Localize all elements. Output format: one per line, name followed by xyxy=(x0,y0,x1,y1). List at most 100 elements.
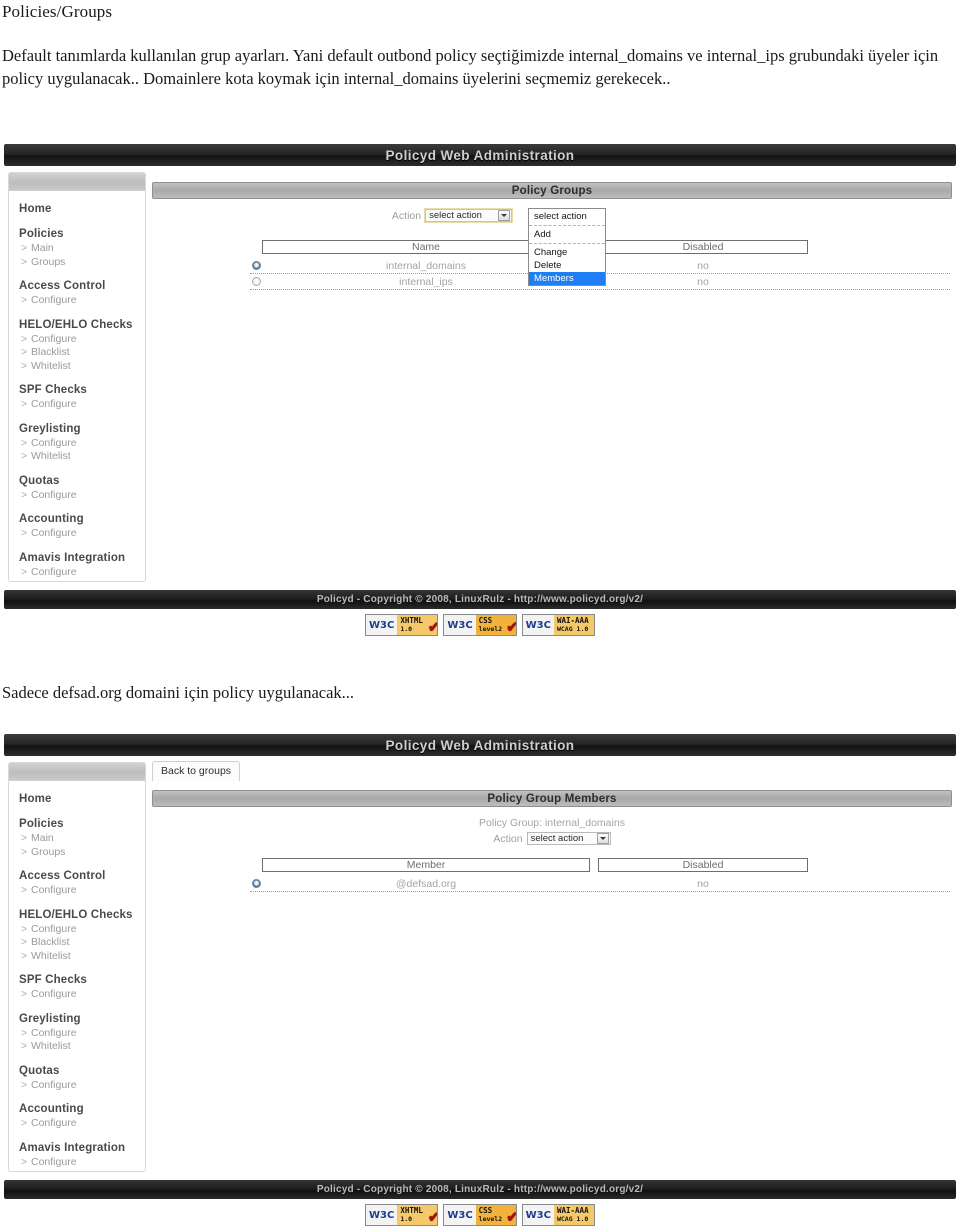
cell-disabled: no xyxy=(697,877,709,890)
sidebar-subitem-whitelist[interactable]: > Whitelist xyxy=(19,950,145,964)
footer-copyright: Policyd - Copyright © 2008, LinuxRulz - … xyxy=(316,594,644,605)
sidebar-item-helo-ehlo-checks[interactable]: HELO/EHLO Checks xyxy=(19,907,145,923)
radio-button[interactable] xyxy=(251,277,261,286)
footer-bar: Policyd - Copyright © 2008, LinuxRulz - … xyxy=(4,1180,956,1199)
sidebar-subitem-label: Configure xyxy=(31,988,77,1000)
dropdown-option-delete[interactable]: Delete xyxy=(529,259,605,272)
sidebar-item-helo-ehlo-checks[interactable]: HELO/EHLO Checks xyxy=(19,317,145,333)
action-select[interactable]: select action xyxy=(526,832,611,845)
action-select[interactable]: select action xyxy=(424,208,514,223)
badge-text: CSSlevel2✔ xyxy=(475,615,516,635)
sidebar-subitem-configure[interactable]: > Configure xyxy=(19,923,145,937)
chevron-down-icon[interactable] xyxy=(498,210,511,221)
sidebar-subitem-label: Configure xyxy=(31,1026,77,1039)
action-control-row: Action select action xyxy=(152,832,952,845)
sidebar-subitem-main[interactable]: > Main xyxy=(19,832,145,846)
main-content: Policy Groups Action select action Name … xyxy=(152,182,952,290)
sidebar-subitem-groups[interactable]: > Groups xyxy=(19,846,145,860)
sidebar-subitem-configure[interactable]: > Configure xyxy=(19,988,145,1002)
sidebar-subitem-configure[interactable]: > Configure xyxy=(19,1117,145,1131)
sidebar-subitem-label: Whitelist xyxy=(31,359,71,372)
sidebar-subitem-configure[interactable]: > Configure xyxy=(19,333,145,347)
sidebar-item-access-control[interactable]: Access Control xyxy=(19,278,145,294)
badge-text: WAI-AAA WCAG 1.0 xyxy=(553,1205,594,1225)
sidebar-cap xyxy=(9,173,145,191)
action-label: Action xyxy=(493,832,523,845)
row-radio-cell[interactable] xyxy=(250,274,262,289)
css-badge[interactable]: W3CCSSlevel2✔ xyxy=(443,1204,517,1226)
app-title: Policyd Web Administration xyxy=(385,737,575,753)
w3c-logo-icon: W3C xyxy=(366,1205,398,1225)
main-content: Policy Group Members Policy Group: inter… xyxy=(152,790,952,892)
column-header-member: Member xyxy=(262,858,590,872)
sidebar-subitem-configure[interactable]: > Configure xyxy=(19,1027,145,1041)
sidebar-group: Amavis Integration > Configure xyxy=(19,550,145,580)
radio-button[interactable] xyxy=(251,261,261,270)
sidebar-item-home[interactable]: Home xyxy=(19,201,145,217)
sidebar-subitem-configure[interactable]: > Configure xyxy=(19,566,145,580)
sidebar-item-spf-checks[interactable]: SPF Checks xyxy=(19,382,145,398)
w3c-badges: W3CXHTML1.0✔W3CCSSlevel2✔W3CWAI-AAAWCAG … xyxy=(0,1204,960,1226)
sidebar-subitem-whitelist[interactable]: > Whitelist xyxy=(19,1040,145,1054)
chevron-right-icon: > xyxy=(21,1040,28,1052)
sidebar-subitem-configure[interactable]: > Configure xyxy=(19,294,145,308)
chevron-right-icon: > xyxy=(21,1026,28,1039)
sidebar-subitem-configure[interactable]: > Configure xyxy=(19,884,145,898)
sidebar-item-home[interactable]: Home xyxy=(19,791,145,807)
sidebar-subitem-blacklist[interactable]: > Blacklist xyxy=(19,936,145,950)
sidebar-subitem-main[interactable]: > Main xyxy=(19,242,145,256)
sidebar-item-policies[interactable]: Policies xyxy=(19,226,145,242)
dropdown-option-members[interactable]: Members xyxy=(529,272,605,285)
sidebar-subitem-label: Configure xyxy=(31,527,77,539)
wai-badge[interactable]: W3C WAI-AAA WCAG 1.0 xyxy=(521,614,595,636)
sidebar-subitem-groups[interactable]: > Groups xyxy=(19,256,145,270)
back-to-groups-button[interactable]: Back to groups xyxy=(152,761,241,781)
sidebar-subitem-configure[interactable]: > Configure xyxy=(19,1156,145,1170)
sidebar-item-policies[interactable]: Policies xyxy=(19,816,145,832)
sidebar-subitem-configure[interactable]: > Configure xyxy=(19,398,145,412)
sidebar-item-spf-checks[interactable]: SPF Checks xyxy=(19,972,145,988)
app-title-bar: Policyd Web Administration xyxy=(4,144,956,166)
sidebar-group: Greylisting > Configure > Whitelist xyxy=(19,1011,145,1054)
chevron-right-icon: > xyxy=(21,242,28,254)
sidebar-item-accounting[interactable]: Accounting xyxy=(19,1101,145,1117)
sidebar-subitem-configure[interactable]: > Configure xyxy=(19,1079,145,1093)
sidebar-item-quotas[interactable]: Quotas xyxy=(19,1063,145,1079)
sidebar-subitem-label: Blacklist xyxy=(31,346,70,358)
sidebar-subitem-configure[interactable]: > Configure xyxy=(19,437,145,451)
sidebar-item-amavis-integration[interactable]: Amavis Integration xyxy=(19,1140,145,1156)
dropdown-option-change[interactable]: Change xyxy=(529,246,605,259)
css-badge[interactable]: W3CCSSlevel2✔ xyxy=(443,614,517,636)
table-row[interactable]: @defsad.org no xyxy=(250,876,950,892)
sidebar-subitem-label: Main xyxy=(31,832,54,844)
sidebar-item-amavis-integration[interactable]: Amavis Integration xyxy=(19,550,145,566)
w3c-logo-icon: W3C xyxy=(522,615,554,635)
sidebar-subitem-configure[interactable]: > Configure xyxy=(19,527,145,541)
panel-header: Policy Group Members xyxy=(152,790,952,807)
footer-copyright: Policyd - Copyright © 2008, LinuxRulz - … xyxy=(316,1184,644,1195)
sidebar-item-greylisting[interactable]: Greylisting xyxy=(19,1011,145,1027)
radio-button[interactable] xyxy=(251,879,261,888)
action-dropdown-menu[interactable]: select action Add Change Delete Members xyxy=(528,208,606,286)
sidebar-subitem-label: Configure xyxy=(31,398,77,410)
row-radio-cell[interactable] xyxy=(250,876,262,891)
xhtml-badge[interactable]: W3CXHTML1.0✔ xyxy=(365,614,439,636)
dropdown-option-select-action[interactable]: select action xyxy=(529,210,605,226)
chevron-right-icon: > xyxy=(21,346,28,358)
sidebar-subitem-label: Configure xyxy=(31,884,77,896)
dropdown-option-add[interactable]: Add xyxy=(529,228,605,244)
sidebar-subitem-whitelist[interactable]: > Whitelist xyxy=(19,450,145,464)
sidebar-item-greylisting[interactable]: Greylisting xyxy=(19,421,145,437)
chevron-down-icon[interactable] xyxy=(596,833,609,844)
sidebar-subitem-whitelist[interactable]: > Whitelist xyxy=(19,360,145,374)
sidebar-item-access-control[interactable]: Access Control xyxy=(19,868,145,884)
sidebar-item-accounting[interactable]: Accounting xyxy=(19,511,145,527)
wai-badge[interactable]: W3C WAI-AAA WCAG 1.0 xyxy=(521,1204,595,1226)
sidebar-subitem-blacklist[interactable]: > Blacklist xyxy=(19,346,145,360)
footer-bar: Policyd - Copyright © 2008, LinuxRulz - … xyxy=(4,590,956,609)
sidebar-item-quotas[interactable]: Quotas xyxy=(19,473,145,489)
badge-line-1: WAI-AAA xyxy=(556,616,589,625)
row-radio-cell[interactable] xyxy=(250,258,262,273)
xhtml-badge[interactable]: W3CXHTML1.0✔ xyxy=(365,1204,439,1226)
sidebar-subitem-configure[interactable]: > Configure xyxy=(19,489,145,503)
